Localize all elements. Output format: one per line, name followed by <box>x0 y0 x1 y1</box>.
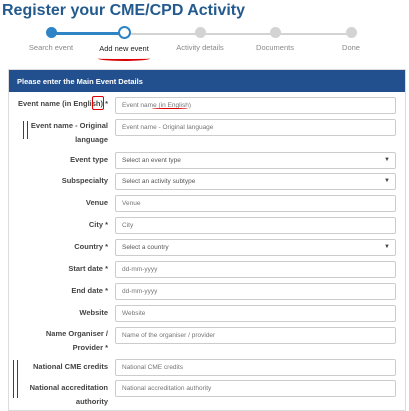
handwritten-bar-annotation <box>13 360 14 398</box>
event-name-input[interactable] <box>115 97 396 114</box>
accreditation-label: National accreditation authority <box>29 383 108 406</box>
event-type-value: Select an event type <box>122 157 181 164</box>
chevron-down-icon: ▼ <box>384 178 390 184</box>
end-date-input[interactable] <box>115 283 396 300</box>
step-label: Activity details <box>176 43 224 52</box>
subspecialty-value: Select an activity subtype <box>122 178 196 185</box>
step-label: Done <box>342 43 360 52</box>
page-title: Register your CME/CPD Activity <box>2 2 246 19</box>
venue-label: Venue <box>85 198 108 207</box>
step-pending-dot <box>194 27 206 38</box>
step-label: Documents <box>256 43 294 52</box>
event-name-original-label: Event name - Original language <box>30 121 108 144</box>
country-select[interactable]: Select a country ▼ <box>115 239 396 256</box>
handwritten-bar-annotation <box>23 121 24 139</box>
handwritten-underline-annotation <box>98 56 150 61</box>
step-done[interactable]: Done <box>311 26 391 52</box>
step-search-event[interactable]: Search event <box>11 26 91 52</box>
event-name-original-input[interactable] <box>115 119 396 136</box>
country-value: Select a country <box>122 244 169 251</box>
event-type-label: Event type <box>70 155 108 164</box>
event-type-select[interactable]: Select an event type ▼ <box>115 152 396 169</box>
city-input[interactable] <box>115 217 396 234</box>
step-current-dot <box>117 26 131 39</box>
website-label: Website <box>79 308 108 317</box>
step-add-new-event[interactable]: Add new event <box>84 26 164 53</box>
handwritten-underline-annotation <box>152 108 188 109</box>
organiser-label: Name Organiser / Provider * <box>45 329 108 352</box>
end-date-label: End date * <box>71 286 108 295</box>
national-cme-label: National CME credits <box>32 362 108 371</box>
step-pending-dot <box>345 27 357 38</box>
progress-stepper: Search event Add new event Activity deta… <box>0 26 409 60</box>
national-cme-input[interactable] <box>115 359 396 376</box>
step-label: Search event <box>28 43 74 52</box>
country-label: Country * <box>74 242 108 251</box>
start-date-label: Start date * <box>68 264 108 273</box>
subspecialty-select[interactable]: Select an activity subtype ▼ <box>115 173 396 190</box>
panel-heading: Please enter the Main Event Details <box>9 70 405 92</box>
event-details-panel: Please enter the Main Event Details Even… <box>8 69 406 411</box>
handwritten-bar-annotation <box>27 121 28 139</box>
chevron-down-icon: ▼ <box>384 157 390 163</box>
step-pending-dot <box>269 27 281 38</box>
step-label: Add new event <box>99 44 149 53</box>
step-done-dot <box>45 27 57 38</box>
subspecialty-label: Subspecialty <box>61 176 108 185</box>
step-documents[interactable]: Documents <box>235 26 315 52</box>
organiser-input[interactable] <box>115 327 396 344</box>
chevron-down-icon: ▼ <box>384 244 390 250</box>
handwritten-bar-annotation <box>17 360 18 398</box>
accreditation-input[interactable] <box>115 380 396 397</box>
handwritten-box-annotation <box>92 96 104 110</box>
step-activity-details[interactable]: Activity details <box>160 26 240 52</box>
website-input[interactable] <box>115 305 396 322</box>
venue-input[interactable] <box>115 195 396 212</box>
start-date-input[interactable] <box>115 261 396 278</box>
city-label: City * <box>88 220 108 229</box>
